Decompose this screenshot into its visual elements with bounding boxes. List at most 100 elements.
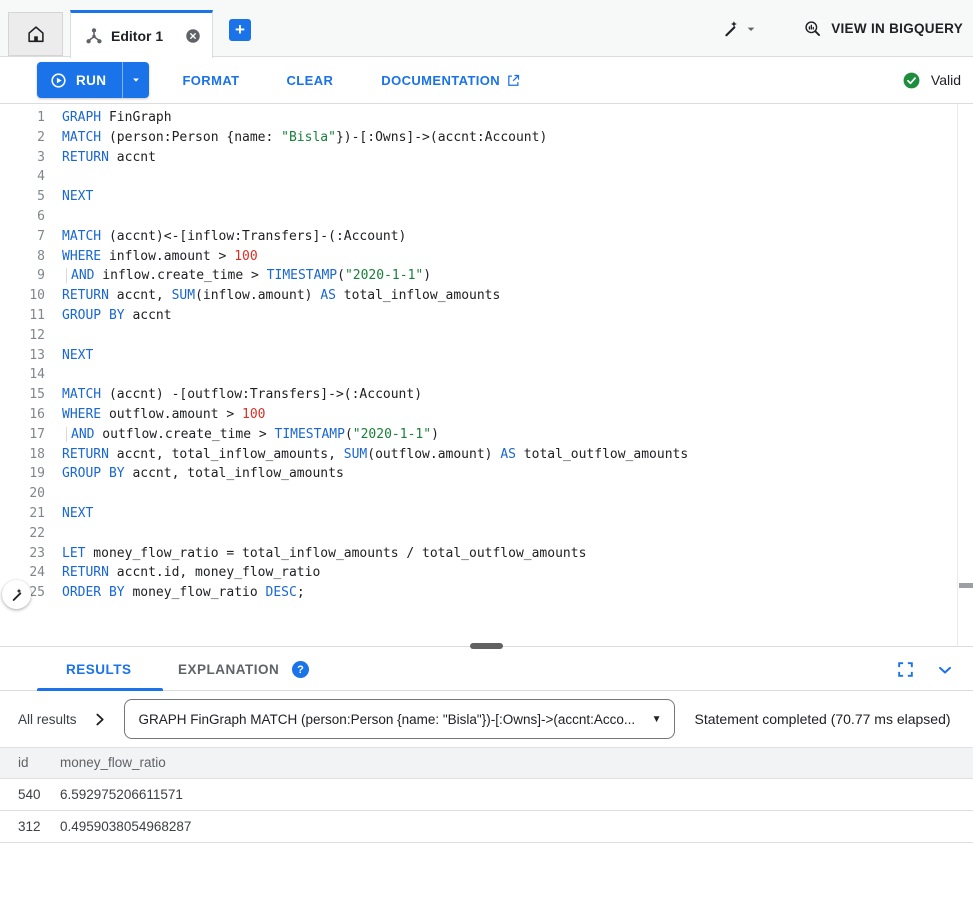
collapse-panel-chevron-icon[interactable] [935,660,955,680]
table-header-row: id money_flow_ratio [0,748,973,778]
editor-tab-label: Editor 1 [111,28,163,44]
bigquery-graph-editor-window: Editor 1 + [0,0,973,902]
magic-pen-caret-icon [743,21,759,37]
code-line: MATCH (person:Person {name: "Bisla"})-[:… [62,128,688,148]
line-number: 7 [0,227,45,247]
table-cell: 540 [0,778,60,810]
code-line: AND outflow.create_time > TIMESTAMP("202… [62,425,688,445]
line-number: 8 [0,247,45,267]
tab-editor-1[interactable]: Editor 1 [70,10,213,58]
table-cell: 312 [0,810,60,842]
fullscreen-icon[interactable] [896,660,915,679]
run-split-button: RUN [37,62,149,98]
code-line [62,524,688,544]
line-number: 17 [0,425,45,445]
magic-pen-icon [721,19,741,39]
documentation-link[interactable]: DOCUMENTATION [381,73,521,88]
tab-explanation[interactable]: EXPLANATION [178,648,279,691]
home-icon [25,23,47,45]
line-number: 2 [0,128,45,148]
code-line: MATCH (accnt) -[outflow:Transfers]->(:Ac… [62,385,688,405]
code-editor[interactable]: 1234567891011121314151617181920212223242… [0,104,973,647]
sql-generation-menu-button[interactable] [721,19,759,39]
statement-select-dropdown[interactable]: GRAPH FinGraph MATCH (person:Person {nam… [124,699,675,739]
query-validation-status: Valid [902,71,961,90]
line-number: 10 [0,286,45,306]
table-cell: 6.592975206611571 [60,778,973,810]
column-header-id: id [0,748,60,778]
code-line: MATCH (accnt)<-[inflow:Transfers]-(:Acco… [62,227,688,247]
code-line: RETURN accnt, total_inflow_amounts, SUM(… [62,445,688,465]
gemini-edit-button[interactable] [2,580,31,609]
close-tab-icon[interactable] [184,27,202,45]
run-options-caret[interactable] [122,62,149,98]
clear-button[interactable]: CLEAR [287,73,334,88]
code-line [62,326,688,346]
play-circle-icon [49,71,68,90]
code-line: LET money_flow_ratio = total_inflow_amou… [62,544,688,564]
line-numbers: 1234567891011121314151617181920212223242… [0,108,45,603]
code-line: GROUP BY accnt [62,306,688,326]
code-line: WHERE outflow.amount > 100 [62,405,688,425]
code-line [62,484,688,504]
code-line [62,207,688,227]
chevron-right-icon[interactable] [91,711,108,728]
line-number: 11 [0,306,45,326]
code-line: GRAPH FinGraph [62,108,688,128]
code-lines[interactable]: GRAPH FinGraphMATCH (person:Person {name… [62,108,688,603]
tab-results[interactable]: RESULTS [66,648,132,691]
tab-home[interactable] [8,12,63,56]
query-toolbar: RUN FORMAT CLEAR DOCUMENTATION Valid [0,57,973,104]
line-number: 21 [0,504,45,524]
line-number: 19 [0,464,45,484]
editor-scrollbar-track [957,104,958,647]
check-circle-icon [902,71,921,90]
bigquery-search-icon [803,19,823,39]
run-label: RUN [76,73,106,88]
magic-pen-icon [9,587,25,603]
line-number: 5 [0,187,45,207]
line-number: 4 [0,167,45,187]
statement-status-text: Statement completed (70.77 ms elapsed) [695,711,951,727]
line-number: 20 [0,484,45,504]
help-icon[interactable]: ? [292,661,309,678]
column-header-money-flow-ratio: money_flow_ratio [60,748,973,778]
panel-resize-handle[interactable] [470,643,503,649]
all-results-label: All results [18,712,77,727]
tab-bar: Editor 1 + [0,0,973,57]
code-line [62,167,688,187]
view-in-bigquery-label: VIEW IN BIGQUERY [831,21,963,36]
editor-scrollbar-thumb[interactable] [959,583,973,588]
table-row: 3120.4959038054968287 [0,810,973,842]
code-line: NEXT [62,346,688,366]
line-number: 6 [0,207,45,227]
line-number: 18 [0,445,45,465]
line-number: 22 [0,524,45,544]
code-line [62,365,688,385]
line-number: 23 [0,544,45,564]
code-line: WHERE inflow.amount > 100 [62,247,688,267]
tabstrip-actions: VIEW IN BIGQUERY [721,0,963,57]
run-button[interactable]: RUN [37,62,122,98]
graph-editor-icon [85,27,103,45]
format-button[interactable]: FORMAT [182,73,239,88]
line-number: 1 [0,108,45,128]
dropdown-caret-icon: ▼ [652,714,662,725]
plus-icon: + [235,21,245,38]
results-panel-header: RESULTS EXPLANATION ? [0,648,973,691]
code-line: RETURN accnt [62,148,688,168]
table-row: 5406.592975206611571 [0,778,973,810]
add-editor-tab-button[interactable]: + [229,19,251,41]
valid-label: Valid [931,72,961,88]
line-number: 9 [0,266,45,286]
table-cell: 0.4959038054968287 [60,810,973,842]
code-line: NEXT [62,187,688,207]
results-table: id money_flow_ratio 5406.592975206611571… [0,748,973,843]
code-line: ORDER BY money_flow_ratio DESC; [62,583,688,603]
view-in-bigquery-button[interactable]: VIEW IN BIGQUERY [803,19,963,39]
line-number: 24 [0,563,45,583]
code-line: RETURN accnt, SUM(inflow.amount) AS tota… [62,286,688,306]
line-number: 15 [0,385,45,405]
code-line: GROUP BY accnt, total_inflow_amounts [62,464,688,484]
line-number: 12 [0,326,45,346]
